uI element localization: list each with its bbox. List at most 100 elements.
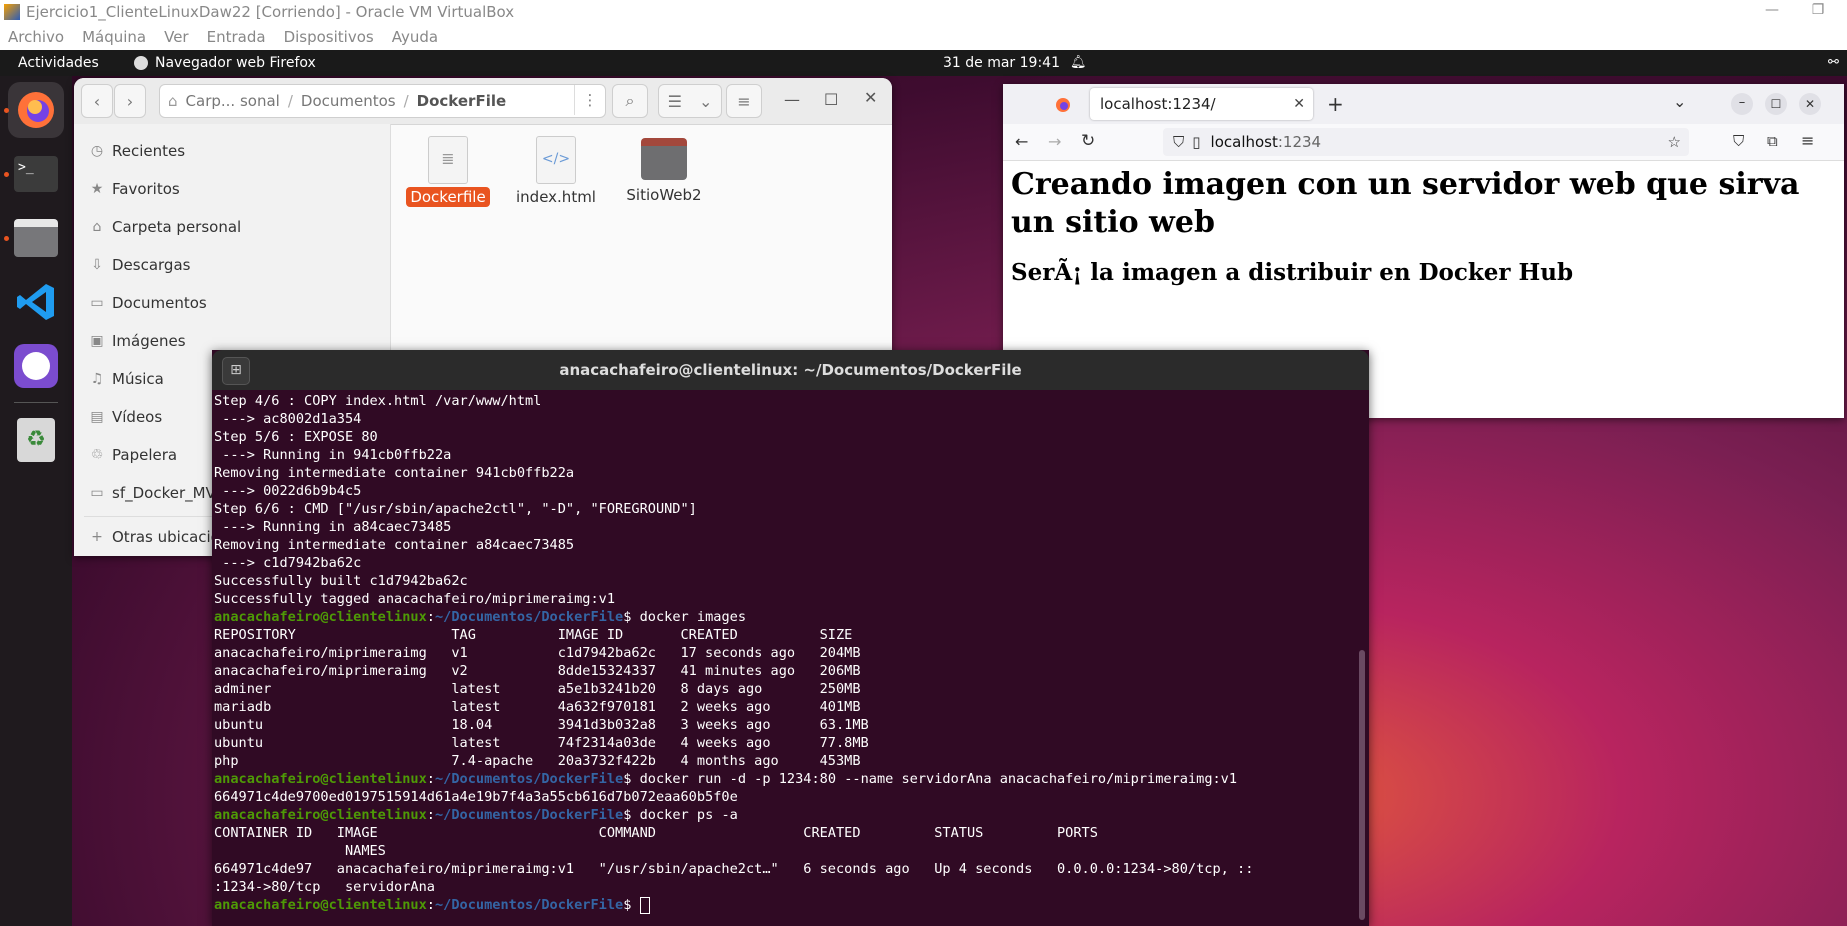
- dock-github[interactable]: [8, 338, 64, 394]
- path-segment-documentos[interactable]: Documentos: [301, 92, 396, 110]
- sidebar-item-favoritos[interactable]: ★ Favoritos: [88, 180, 180, 198]
- terminal-line: mariadb latest 4a632f970181 2 weeks ago …: [214, 699, 861, 715]
- sidebar-item-recientes[interactable]: ◷ Recientes: [88, 142, 185, 160]
- search-icon[interactable]: ⌕: [612, 84, 648, 118]
- music-icon: ♫: [90, 371, 104, 387]
- close-icon[interactable]: ✕: [1799, 93, 1821, 115]
- maximize-icon[interactable]: ☐: [824, 90, 838, 109]
- file-label: index.html: [516, 188, 596, 206]
- terminal-line: Successfully tagged anacachafeiro/miprim…: [214, 591, 616, 607]
- terminal-line: ---> 0022d6b9b4c5: [214, 483, 362, 499]
- extensions-icon[interactable]: ⧉: [1767, 132, 1778, 150]
- text-file-icon: ≣: [428, 136, 468, 184]
- close-tab-icon[interactable]: ✕: [1293, 96, 1305, 112]
- firefox-view-icon[interactable]: [1055, 97, 1071, 113]
- file-item-index-html[interactable]: </> index.html: [511, 136, 601, 206]
- files-headerbar: ‹ › ⌂ Carp... sonal / Documentos / Docke…: [74, 78, 892, 125]
- pocket-icon[interactable]: ⛉: [1733, 132, 1744, 150]
- view-toggle-button[interactable]: ☰ ⌄: [658, 84, 722, 118]
- terminal-line: Removing intermediate container 941cb0ff…: [214, 465, 575, 481]
- sidebar-item-label: Favoritos: [112, 180, 180, 198]
- menu-maquina[interactable]: Máquina: [82, 28, 146, 46]
- shield-icon[interactable]: ⛉: [1173, 133, 1184, 151]
- hamburger-menu-icon[interactable]: ≡: [726, 84, 762, 118]
- new-tab-icon[interactable]: +: [1327, 92, 1344, 116]
- menu-dispositivos[interactable]: Dispositivos: [284, 28, 374, 46]
- minimize-icon[interactable]: —: [784, 90, 800, 109]
- path-segment-home[interactable]: Carp... sonal: [186, 92, 280, 110]
- dock-trash[interactable]: ♻: [8, 412, 64, 468]
- sidebar-item-carpeta-personal[interactable]: ⌂ Carpeta personal: [88, 218, 242, 236]
- maximize-icon[interactable]: ☐: [1765, 93, 1787, 115]
- terminal-output[interactable]: Step 4/6 : COPY index.html /var/www/html…: [214, 392, 1354, 914]
- terminal-line: ubuntu 18.04 3941d3b032a8 3 weeks ago 63…: [214, 717, 869, 733]
- sidebar-item-videos[interactable]: ▤ Vídeos: [88, 408, 162, 426]
- path-segment-current[interactable]: DockerFile: [417, 92, 507, 110]
- image-icon: ▣: [90, 333, 104, 349]
- terminal-line: php 7.4-apache 20a3732f422b 4 months ago…: [214, 753, 861, 769]
- minimize-icon[interactable]: —: [1749, 0, 1795, 24]
- minimize-icon[interactable]: –: [1731, 93, 1753, 115]
- reload-icon[interactable]: ↻: [1081, 131, 1095, 151]
- new-tab-icon[interactable]: ⊞: [222, 357, 250, 385]
- terminal-prompt-line: anacachafeiro@clientelinux:~/Documentos/…: [214, 609, 747, 625]
- prompt-command: docker images: [639, 609, 747, 625]
- back-arrow-icon[interactable]: ←: [1015, 132, 1028, 151]
- menu-entrada[interactable]: Entrada: [207, 28, 266, 46]
- tab-localhost[interactable]: localhost:1234/ ✕: [1090, 88, 1313, 120]
- forward-arrow-icon[interactable]: →: [1048, 132, 1061, 151]
- sidebar-item-imagenes[interactable]: ▣ Imágenes: [88, 332, 185, 350]
- sidebar-item-musica[interactable]: ♫ Música: [88, 370, 164, 388]
- terminal-line: REPOSITORY TAG IMAGE ID CREATED SIZE: [214, 627, 853, 643]
- terminal-line: anacachafeiro/miprimeraimg v1 c1d7942ba6…: [214, 645, 861, 661]
- terminal-line: ---> ac8002d1a354: [214, 411, 362, 427]
- gnome-top-bar: Actividades Navegador web Firefox 31 de …: [0, 50, 1847, 76]
- dock-terminal[interactable]: >_: [4, 146, 64, 202]
- network-icon[interactable]: ⚯: [1828, 55, 1839, 70]
- dock-files[interactable]: [4, 210, 64, 266]
- close-icon[interactable]: ✕: [864, 88, 877, 107]
- prompt-path: ~/Documentos/DockerFile: [434, 771, 624, 787]
- back-button[interactable]: ‹: [81, 84, 113, 118]
- forward-button[interactable]: ›: [114, 84, 146, 118]
- clock-icon: ◷: [90, 143, 104, 159]
- list-view-icon[interactable]: ☰: [668, 92, 682, 111]
- sidebar-item-label: Recientes: [112, 142, 186, 160]
- github-desktop-icon: [14, 344, 58, 388]
- dock-vscode[interactable]: [8, 274, 64, 330]
- prompt-user: anacachafeiro@clientelinux: [214, 807, 427, 823]
- file-item-dockerfile[interactable]: ≣ Dockerfile: [403, 136, 493, 207]
- focused-app-label[interactable]: Navegador web Firefox: [155, 55, 316, 71]
- page-content: Creando imagen con un servidor web que s…: [1011, 166, 1831, 288]
- sidebar-item-documentos[interactable]: ▭ Documentos: [88, 294, 206, 312]
- sidebar-item-descargas[interactable]: ⇩ Descargas: [88, 256, 190, 274]
- tab-title: localhost:1234/: [1100, 95, 1216, 113]
- terminal-prompt-line: anacachafeiro@clientelinux:~/Documentos/…: [214, 807, 738, 823]
- document-icon: ▭: [90, 295, 104, 311]
- dock-firefox[interactable]: [4, 82, 64, 138]
- path-menu-icon[interactable]: ⋮: [574, 85, 605, 115]
- sidebar-item-sf-docker[interactable]: ▭ sf_Docker_MV: [88, 484, 215, 502]
- bell-icon[interactable]: 🔔︎: [1070, 55, 1087, 70]
- sidebar-item-papelera[interactable]: ♲ Papelera: [88, 446, 177, 464]
- terminal-scrollbar[interactable]: [1359, 650, 1365, 920]
- menu-archivo[interactable]: Archivo: [8, 28, 64, 46]
- file-item-sitioweb2[interactable]: SitioWeb2: [619, 136, 709, 204]
- hamburger-menu-icon[interactable]: ≡: [1801, 131, 1814, 150]
- list-tabs-icon[interactable]: ⌄: [1673, 92, 1686, 111]
- prompt-user: anacachafeiro@clientelinux: [214, 771, 427, 787]
- clock[interactable]: 31 de mar 19:41: [943, 55, 1060, 71]
- bookmark-star-icon[interactable]: ☆: [1668, 133, 1681, 151]
- file-label: SitioWeb2: [626, 186, 702, 204]
- url-bar[interactable]: ⛉ ▯ localhost:1234 ☆: [1163, 128, 1689, 156]
- maximize-icon[interactable]: ❐: [1795, 0, 1841, 24]
- menu-ver[interactable]: Ver: [164, 28, 189, 46]
- activities-button[interactable]: Actividades: [18, 55, 99, 71]
- menu-ayuda[interactable]: Ayuda: [392, 28, 438, 46]
- vbox-menu-bar: Archivo Máquina Ver Entrada Dispositivos…: [0, 24, 1847, 50]
- terminal-line: ---> Running in 941cb0ffb22a: [214, 447, 452, 463]
- terminal-line: ---> Running in a84caec73485: [214, 519, 452, 535]
- sidebar-item-label: Vídeos: [112, 408, 163, 426]
- chevron-down-icon[interactable]: ⌄: [699, 92, 712, 111]
- page-icon: ▯: [1192, 133, 1201, 151]
